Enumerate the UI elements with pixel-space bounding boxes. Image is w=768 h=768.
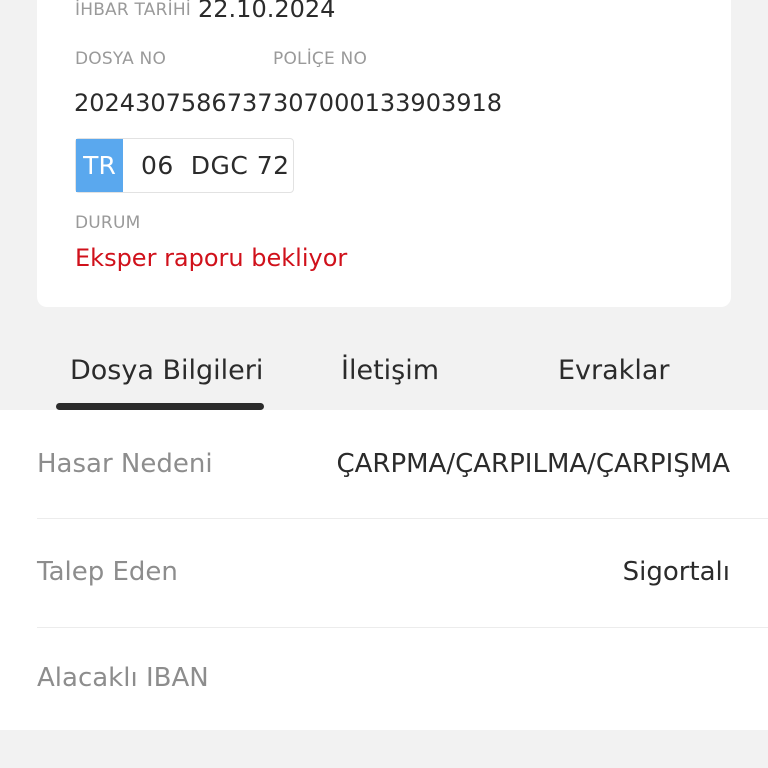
policy-no-label: POLİÇE NO <box>273 49 368 69</box>
active-tab-indicator <box>56 403 264 410</box>
policy-no-value: 307000133903918 <box>273 89 503 117</box>
tab-iletisim[interactable]: İletişim <box>341 355 439 386</box>
notice-date-value: 22.10.2024 <box>198 0 336 23</box>
status-label: DURUM <box>75 213 141 233</box>
tab-dosya-bilgileri[interactable]: Dosya Bilgileri <box>70 355 263 386</box>
license-plate: TR 06 DGC 72 <box>75 138 294 193</box>
detail-key: Talep Eden <box>37 557 178 587</box>
detail-value: Sigortalı <box>622 557 730 587</box>
detail-key: Alacaklı IBAN <box>37 663 209 693</box>
detail-row-talep-eden: Talep Eden Sigortalı <box>37 519 768 627</box>
claim-file-card: İHBAR TARİHİ 22.10.2024 DOSYA NO POLİÇE … <box>37 0 731 307</box>
plate-country-code: TR <box>76 139 123 192</box>
detail-row-hasar-nedeni: Hasar Nedeni ÇARPMA/ÇARPILMA/ÇARPIŞMA <box>37 410 768 518</box>
file-no-value: 2024307586737 <box>74 89 273 117</box>
file-no-label: DOSYA NO <box>75 49 167 69</box>
detail-value: ÇARPMA/ÇARPILMA/ÇARPIŞMA <box>336 449 730 479</box>
plate-number: 06 DGC 72 <box>141 151 290 180</box>
notice-date-label: İHBAR TARİHİ <box>75 0 192 20</box>
tab-evraklar[interactable]: Evraklar <box>558 355 669 386</box>
detail-row-alacakli-iban: Alacaklı IBAN <box>37 628 768 736</box>
detail-key: Hasar Nedeni <box>37 449 213 479</box>
details-panel: Hasar Nedeni ÇARPMA/ÇARPILMA/ÇARPIŞMA Ta… <box>0 410 768 730</box>
status-value: Eksper raporu bekliyor <box>75 244 348 272</box>
